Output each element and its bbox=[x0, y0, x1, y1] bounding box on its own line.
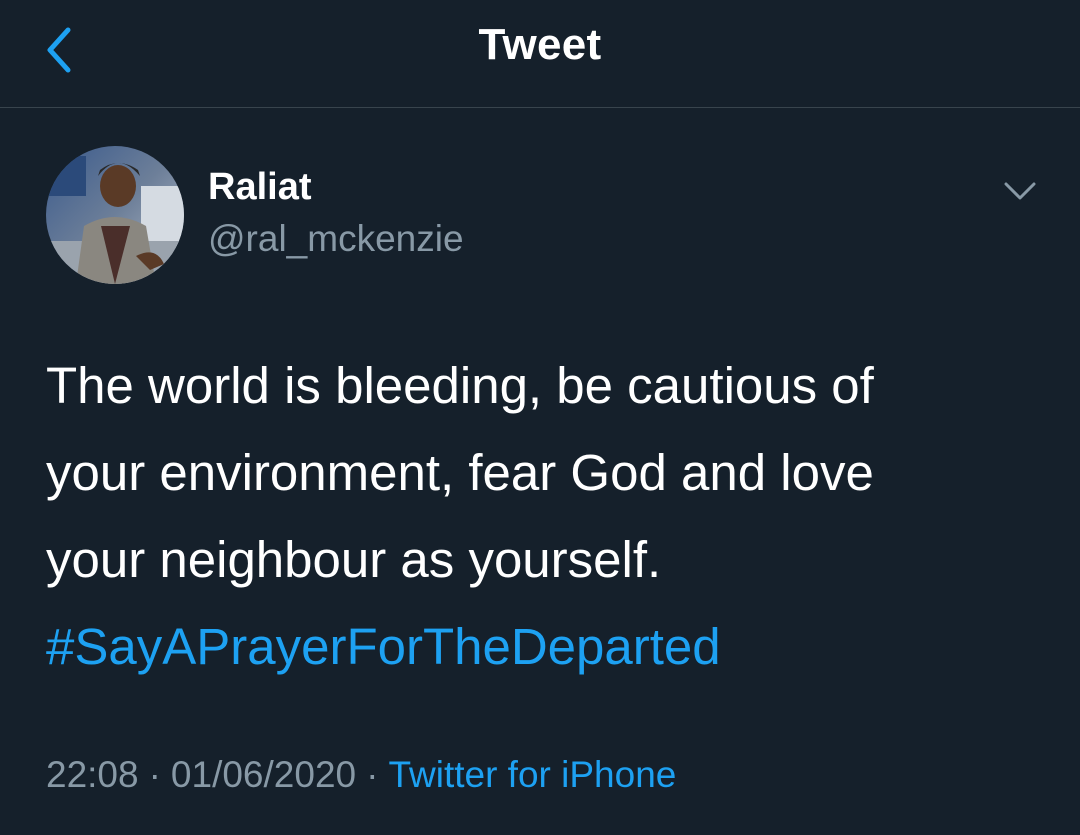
avatar[interactable] bbox=[46, 146, 184, 284]
separator: · bbox=[148, 754, 161, 795]
tweet-time: 22:08 bbox=[46, 754, 139, 795]
author-handle[interactable]: @ral_mckenzie bbox=[208, 218, 464, 260]
tweet-source-link[interactable]: Twitter for iPhone bbox=[388, 754, 676, 795]
hashtag-link[interactable]: #SayAPrayerForTheDeparted bbox=[46, 603, 1046, 690]
tweet-menu-button[interactable] bbox=[1000, 176, 1040, 206]
tweet-text-line: The world is bleeding, be cautious of bbox=[46, 357, 874, 414]
page-title: Tweet bbox=[478, 20, 602, 69]
author-name[interactable]: Raliat bbox=[208, 166, 311, 209]
tweet-date: 01/06/2020 bbox=[170, 754, 357, 795]
separator: · bbox=[366, 754, 379, 795]
tweet-text: The world is bleeding, be cautious of yo… bbox=[46, 342, 1046, 690]
tweet-text-line: your environment, fear God and love bbox=[46, 444, 874, 501]
tweet-metadata: 22:08 · 01/06/2020 · Twitter for iPhone bbox=[46, 754, 676, 796]
chevron-down-icon bbox=[1004, 182, 1036, 200]
avatar-image bbox=[46, 146, 184, 284]
top-navigation-bar: Tweet bbox=[0, 0, 1080, 108]
tweet-text-line: your neighbour as yourself. bbox=[46, 531, 662, 588]
